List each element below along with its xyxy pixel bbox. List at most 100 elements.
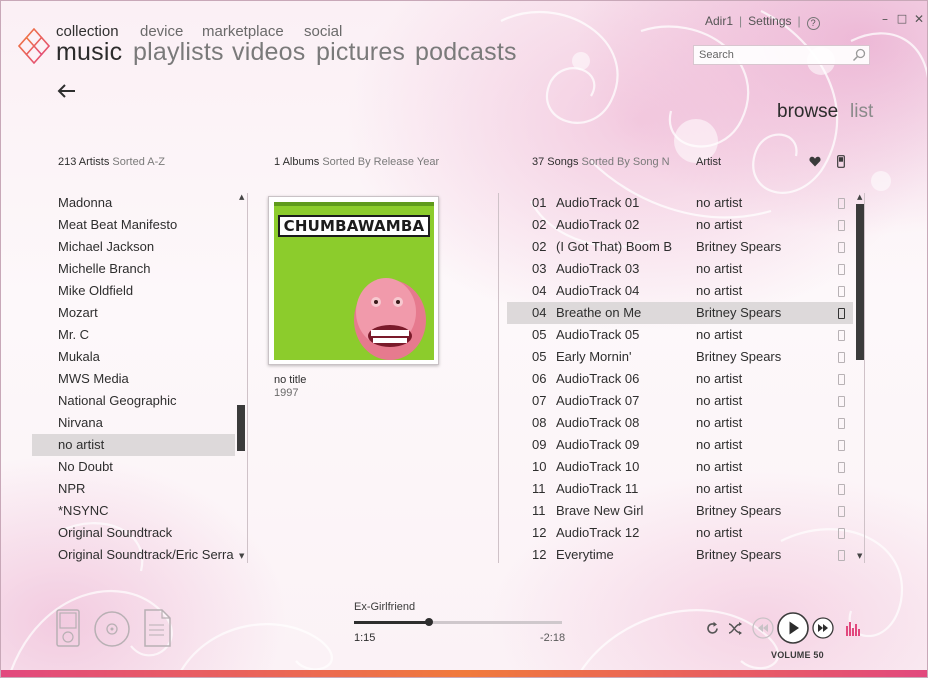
view-list-toggle[interactable]: list	[850, 101, 873, 123]
song-row[interactable]: 12 Everytime Britney Spears	[507, 544, 853, 566]
song-row[interactable]: 03 AudioTrack 03 no artist	[507, 258, 853, 280]
artist-list-item[interactable]: Mukala	[32, 346, 235, 368]
artist-list-item[interactable]: Mike Oldfield	[32, 280, 235, 302]
device-sync-icon[interactable]	[838, 264, 845, 275]
maximize-button[interactable]: □	[895, 12, 909, 25]
device-icon[interactable]	[56, 609, 80, 647]
song-artist: Britney Spears	[696, 305, 782, 320]
song-row[interactable]: 04 AudioTrack 04 no artist	[507, 280, 853, 302]
zune-logo	[18, 28, 50, 64]
scroll-down-arrow[interactable]: ▼	[239, 552, 244, 560]
song-row[interactable]: 01 AudioTrack 01 no artist	[507, 192, 853, 214]
tab-podcasts[interactable]: podcasts	[415, 38, 517, 67]
artists-header[interactable]: 213 Artists Sorted A-Z	[58, 156, 165, 168]
scroll-down-arrow[interactable]: ▼	[857, 552, 862, 560]
device-sync-icon[interactable]	[837, 155, 845, 168]
help-icon[interactable]: ?	[806, 17, 820, 30]
artist-list-item[interactable]: Mozart	[32, 302, 235, 324]
artist-list-item[interactable]: Original Soundtrack/Eric Serra	[32, 544, 235, 566]
device-sync-icon[interactable]	[838, 396, 845, 407]
device-sync-icon[interactable]	[838, 506, 845, 517]
device-sync-icon[interactable]	[838, 484, 845, 495]
view-browse-toggle[interactable]: browse	[777, 101, 838, 123]
artist-list-item[interactable]: *NSYNC	[32, 500, 235, 522]
artist-list-item[interactable]: Nirvana	[32, 412, 235, 434]
repeat-icon[interactable]	[705, 621, 720, 636]
play-button[interactable]	[777, 612, 809, 644]
settings-link[interactable]: Settings	[748, 14, 791, 28]
device-sync-icon[interactable]	[838, 440, 845, 451]
shuffle-icon[interactable]	[728, 621, 743, 636]
volume-label[interactable]: VOLUME 50	[771, 650, 824, 660]
song-scrollbar-thumb[interactable]	[856, 204, 864, 360]
song-row[interactable]: 02 AudioTrack 02 no artist	[507, 214, 853, 236]
artist-list-item[interactable]: Michelle Branch	[32, 258, 235, 280]
artist-list-item[interactable]: Madonna	[32, 192, 235, 214]
artist-list-item[interactable]: MWS Media	[32, 368, 235, 390]
heart-icon[interactable]	[809, 156, 821, 167]
device-sync-icon[interactable]	[838, 198, 845, 209]
track-number: 07	[532, 393, 547, 408]
artist-list-item[interactable]: National Geographic	[32, 390, 235, 412]
song-row[interactable]: 02 (I Got That) Boom B Britney Spears	[507, 236, 853, 258]
device-sync-icon[interactable]	[838, 286, 845, 297]
device-sync-icon[interactable]	[838, 242, 845, 253]
song-row[interactable]: 04 Breathe on Me Britney Spears	[507, 302, 853, 324]
artist-list-item[interactable]: No Doubt	[32, 456, 235, 478]
song-row[interactable]: 09 AudioTrack 09 no artist	[507, 434, 853, 456]
device-sync-icon[interactable]	[838, 528, 845, 539]
artist-list-item[interactable]: Mr. C	[32, 324, 235, 346]
back-arrow-icon[interactable]	[57, 83, 77, 99]
device-sync-icon[interactable]	[838, 462, 845, 473]
device-sync-icon[interactable]	[838, 308, 845, 319]
device-sync-icon[interactable]	[838, 352, 845, 363]
search-input[interactable]: Search	[693, 45, 870, 65]
album-tile[interactable]: CHUMBAWAMBA	[268, 196, 439, 365]
songs-sort[interactable]: Sorted By Song N	[582, 156, 670, 168]
artist-list-item[interactable]: NPR	[32, 478, 235, 500]
artist-list-item[interactable]: Meat Beat Manifesto	[32, 214, 235, 236]
next-button[interactable]	[812, 617, 834, 639]
artist-list-item[interactable]: Michael Jackson	[32, 236, 235, 258]
song-row[interactable]: 05 AudioTrack 05 no artist	[507, 324, 853, 346]
scroll-up-arrow[interactable]: ▲	[239, 193, 244, 201]
scroll-up-arrow[interactable]: ▲	[857, 193, 862, 201]
burn-list-icon[interactable]	[144, 609, 172, 647]
tab-pictures[interactable]: pictures	[316, 38, 405, 67]
device-sync-icon[interactable]	[838, 418, 845, 429]
artist-scrollbar-thumb[interactable]	[237, 405, 245, 451]
song-row[interactable]: 08 AudioTrack 08 no artist	[507, 412, 853, 434]
song-row[interactable]: 12 AudioTrack 12 no artist	[507, 522, 853, 544]
close-button[interactable]: ✕	[912, 12, 926, 26]
artist-list-item[interactable]: no artist	[32, 434, 235, 456]
device-sync-icon[interactable]	[838, 374, 845, 385]
song-artist: no artist	[696, 459, 743, 474]
device-sync-icon[interactable]	[838, 330, 845, 341]
device-sync-icon[interactable]	[838, 220, 845, 231]
tab-videos[interactable]: videos	[232, 38, 305, 67]
user-name-link[interactable]: Adir1	[705, 14, 733, 28]
song-row[interactable]: 11 AudioTrack 11 no artist	[507, 478, 853, 500]
minimize-button[interactable]: –	[878, 12, 892, 26]
search-icon[interactable]	[852, 48, 866, 62]
albums-header[interactable]: 1 Albums Sorted By Release Year	[274, 156, 439, 168]
seek-handle[interactable]	[425, 618, 433, 626]
song-row[interactable]: 10 AudioTrack 10 no artist	[507, 456, 853, 478]
artist-column-header[interactable]: Artist	[696, 156, 721, 168]
song-artist: no artist	[696, 393, 743, 408]
albums-sort[interactable]: Sorted By Release Year	[322, 156, 439, 168]
song-row[interactable]: 07 AudioTrack 07 no artist	[507, 390, 853, 412]
previous-button[interactable]	[752, 617, 774, 639]
song-artist: no artist	[696, 217, 743, 232]
artist-list-item[interactable]: Original Soundtrack	[32, 522, 235, 544]
songs-header[interactable]: 37 Songs Sorted By Song N	[532, 156, 670, 168]
disc-icon[interactable]	[93, 610, 131, 648]
song-row[interactable]: 05 Early Mornin' Britney Spears	[507, 346, 853, 368]
song-row[interactable]: 06 AudioTrack 06 no artist	[507, 368, 853, 390]
artists-sort[interactable]: Sorted A-Z	[112, 156, 165, 168]
device-sync-icon[interactable]	[838, 550, 845, 561]
tab-music[interactable]: music	[56, 38, 122, 67]
equalizer-icon[interactable]	[846, 620, 860, 636]
tab-playlists[interactable]: playlists	[133, 38, 224, 67]
song-row[interactable]: 11 Brave New Girl Britney Spears	[507, 500, 853, 522]
